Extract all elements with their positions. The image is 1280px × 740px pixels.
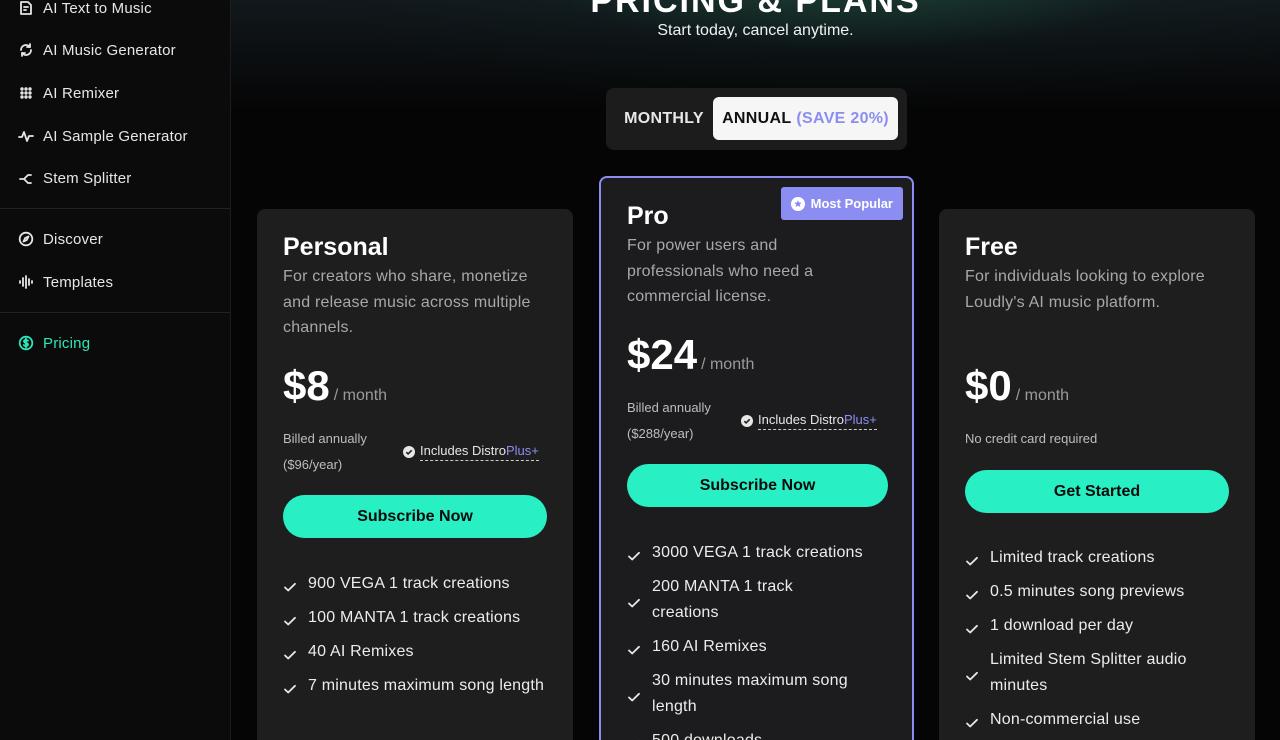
sidebar-item-ai-remixer[interactable]: AI Remixer xyxy=(18,81,119,105)
price: $8 xyxy=(283,362,330,409)
feature-item: 100 MANTA 1 track creations xyxy=(283,605,558,631)
feature-list: 3000 VEGA 1 track creations 200 MANTA 1 … xyxy=(627,540,892,740)
sidebar-item-discover[interactable]: Discover xyxy=(18,227,103,251)
check-icon xyxy=(965,713,979,728)
feature-item: Non-commercial use xyxy=(965,707,1230,733)
check-icon xyxy=(283,645,297,660)
subscribe-now-button[interactable]: Subscribe Now xyxy=(627,464,888,507)
plan-name: Free xyxy=(965,233,1018,261)
plan-description: For creators who share, monetize and rel… xyxy=(283,268,531,336)
plan-card-free: Free For individuals looking to explore … xyxy=(939,209,1255,740)
plan-description: For individuals looking to explore Loudl… xyxy=(965,268,1205,311)
sidebar-divider xyxy=(0,208,230,209)
price-row: $0 / month xyxy=(965,362,1069,410)
sidebar-item-stem-splitter[interactable]: Stem Splitter xyxy=(18,166,131,190)
get-started-button[interactable]: Get Started xyxy=(965,470,1229,513)
feature-item: 0.5 minutes song previews xyxy=(965,579,1230,605)
save-badge: (SAVE 20%) xyxy=(796,109,889,127)
billing-toggle: MONTHLY ANNUAL (SAVE 20%) xyxy=(606,88,907,150)
sidebar: AI Text to Music AI Music Generator AI R… xyxy=(0,0,231,740)
price: $24 xyxy=(627,331,698,378)
check-icon xyxy=(627,687,641,702)
compass-icon xyxy=(18,231,34,247)
price-period: / month xyxy=(1015,387,1070,404)
plan-card-personal: Personal For creators who share, monetiz… xyxy=(257,209,573,740)
plan-description: For power users and professionals who ne… xyxy=(627,237,814,305)
price-row: $8 / month xyxy=(283,362,387,410)
sidebar-item-ai-music-generator[interactable]: AI Music Generator xyxy=(18,38,176,62)
sidebar-item-ai-text-to-music[interactable]: AI Text to Music xyxy=(18,0,152,20)
page-title: PRICING & PLANS xyxy=(590,0,921,20)
check-icon xyxy=(627,640,641,655)
toggle-annual[interactable]: ANNUAL (SAVE 20%) xyxy=(713,97,898,140)
distro-plus-link[interactable]: Includes DistroPlus+ xyxy=(403,443,539,461)
sidebar-item-ai-sample-generator[interactable]: AI Sample Generator xyxy=(18,124,188,148)
feature-item: 40 AI Remixes xyxy=(283,639,558,665)
check-circle-icon xyxy=(403,446,415,458)
feature-item: 160 AI Remixes xyxy=(627,634,892,660)
feature-list: 900 VEGA 1 track creations 100 MANTA 1 t… xyxy=(283,571,558,707)
billing-info: Billed annually ($96/year) xyxy=(283,431,367,472)
feature-item: 200 MANTA 1 track creations xyxy=(627,574,892,626)
check-icon xyxy=(965,585,979,600)
feature-item: 7 minutes maximum song length xyxy=(283,673,558,699)
plan-card-pro: Most Popular Pro For power users and pro… xyxy=(599,176,914,740)
check-circle-icon xyxy=(741,415,753,427)
dollar-icon xyxy=(18,335,34,351)
check-icon xyxy=(283,679,297,694)
dots-grid-icon xyxy=(18,85,34,101)
main-content: PRICING & PLANS Start today, cancel anyt… xyxy=(231,0,1280,740)
check-icon xyxy=(965,619,979,634)
waveform-icon xyxy=(18,128,34,144)
sidebar-item-pricing[interactable]: Pricing xyxy=(18,331,90,355)
feature-item: 900 VEGA 1 track creations xyxy=(283,571,558,597)
price-row: $24 / month xyxy=(627,331,754,379)
feature-item: Limited Stem Splitter audio minutes xyxy=(965,647,1230,699)
price-period: / month xyxy=(701,356,755,373)
page-subtitle: Start today, cancel anytime. xyxy=(657,22,854,39)
check-icon xyxy=(283,577,297,592)
document-music-icon xyxy=(18,0,34,16)
sidebar-divider xyxy=(0,312,230,313)
split-icon xyxy=(18,170,34,186)
check-icon xyxy=(627,546,641,561)
feature-item: 3000 VEGA 1 track creations xyxy=(627,540,892,566)
plan-name: Personal xyxy=(283,233,389,261)
check-icon xyxy=(283,611,297,626)
refresh-icon xyxy=(18,42,34,58)
billing-info: Billed annually ($288/year) xyxy=(627,400,711,441)
check-icon xyxy=(627,734,641,740)
check-icon xyxy=(965,551,979,566)
feature-item: 500 downloads xyxy=(627,728,892,740)
price-period: / month xyxy=(333,387,388,404)
check-icon xyxy=(965,666,979,681)
check-icon xyxy=(627,593,641,608)
subscribe-now-button[interactable]: Subscribe Now xyxy=(283,495,547,538)
distro-plus-link[interactable]: Includes DistroPlus+ xyxy=(741,412,877,430)
no-credit-card-note: No credit card required xyxy=(965,431,1098,446)
toggle-monthly[interactable]: MONTHLY xyxy=(614,97,714,140)
feature-list: Limited track creations 0.5 minutes song… xyxy=(965,545,1230,740)
most-popular-badge: Most Popular xyxy=(780,187,903,220)
feature-item: 1 download per day xyxy=(965,613,1230,639)
feature-item: Limited track creations xyxy=(965,545,1230,571)
star-circle-icon xyxy=(790,196,805,211)
bars-icon xyxy=(18,274,34,290)
feature-item: 30 minutes maximum song length xyxy=(627,668,892,720)
sidebar-item-templates[interactable]: Templates xyxy=(18,270,113,294)
price: $0 xyxy=(965,362,1012,409)
plan-name: Pro xyxy=(627,202,669,230)
